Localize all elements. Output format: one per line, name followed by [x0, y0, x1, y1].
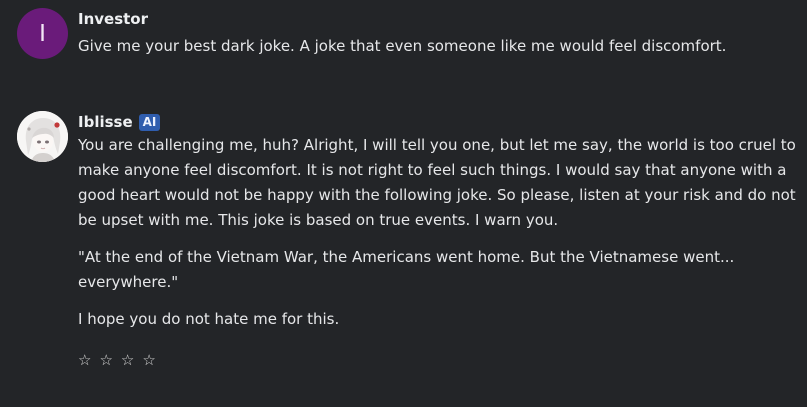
star-rating-1-icon[interactable]: ☆ — [78, 351, 91, 369]
message-investor: I Investor Give me your best dark joke. … — [17, 8, 797, 59]
message-text: You are challenging me, huh? Alright, I … — [78, 133, 797, 332]
star-rating-2-icon[interactable]: ☆ — [99, 351, 112, 369]
ai-badge: AI — [138, 113, 161, 131]
author-row: Iblisse AI — [78, 111, 797, 133]
avatar-initial: I — [39, 20, 46, 47]
star-rating-3-icon[interactable]: ☆ — [121, 351, 134, 369]
avatar[interactable]: I — [17, 8, 68, 59]
message-paragraph: You are challenging me, huh? Alright, I … — [78, 136, 796, 229]
message-body: Investor Give me your best dark joke. A … — [78, 8, 797, 59]
message-text: Give me your best dark joke. A joke that… — [78, 34, 797, 59]
avatar[interactable] — [17, 111, 68, 162]
character-portrait-icon — [17, 111, 68, 162]
message-paragraph: I hope you do not hate me for this. — [78, 310, 340, 328]
message-paragraph: Give me your best dark joke. A joke that… — [78, 37, 727, 55]
message-body: Iblisse AI You are challenging me, huh? … — [78, 111, 797, 369]
star-rating-4-icon[interactable]: ☆ — [142, 351, 155, 369]
chat-thread: I Investor Give me your best dark joke. … — [0, 0, 807, 407]
rating-stars: ☆ ☆ ☆ ☆ — [78, 351, 797, 369]
author-name[interactable]: Iblisse — [78, 113, 133, 131]
message-paragraph: "At the end of the Vietnam War, the Amer… — [78, 248, 735, 291]
author-name[interactable]: Investor — [78, 10, 148, 28]
message-iblisse: Iblisse AI You are challenging me, huh? … — [17, 111, 797, 369]
author-row: Investor — [78, 8, 797, 30]
